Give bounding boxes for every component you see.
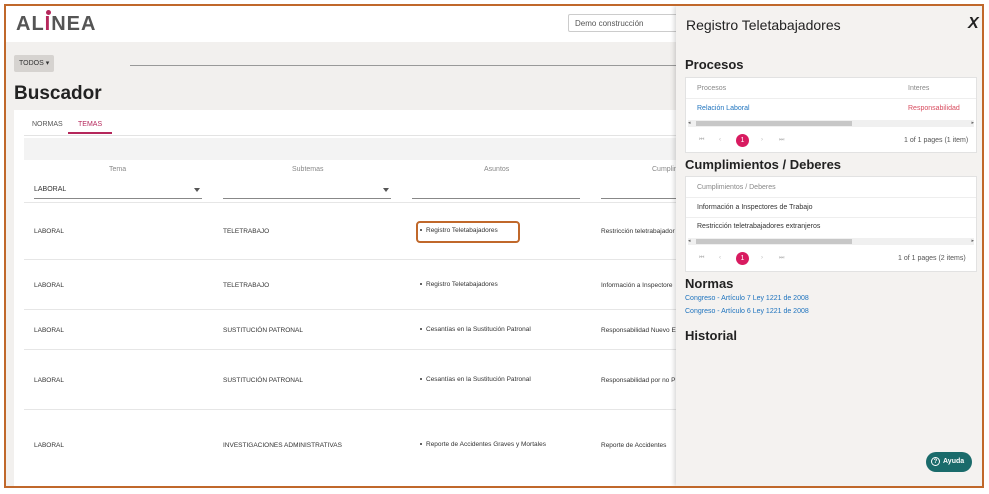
todos-dropdown[interactable]: TODOS ▾: [14, 55, 54, 72]
column-header-procesos[interactable]: Procesos: [697, 85, 726, 92]
cell-subtema: SUSTITUCIÓN PATRONAL: [223, 327, 303, 334]
next-page-icon[interactable]: ›: [761, 255, 763, 261]
todos-label: TODOS: [19, 60, 44, 67]
row-divider: [24, 349, 694, 350]
cumplimientos-heading: Cumplimientos / Deberes: [685, 157, 842, 172]
prev-page-icon[interactable]: ‹: [719, 255, 721, 261]
company-select[interactable]: Demo construcción: [568, 14, 688, 32]
panel-title: Registro Teletabajadores: [686, 17, 841, 33]
grid-divider: [686, 197, 976, 198]
row-divider: [24, 202, 694, 203]
cell-tema: LABORAL: [34, 282, 64, 289]
cell-tema: LABORAL: [34, 327, 64, 334]
filter-asuntos[interactable]: [412, 183, 580, 199]
cell-asunto-link[interactable]: Cesantías en la Sustitución Patronal: [420, 376, 531, 383]
bullet-icon: [420, 443, 422, 446]
column-header-subtemas[interactable]: Subtemas: [292, 166, 324, 173]
row-divider: [24, 409, 694, 410]
first-page-icon[interactable]: ⏮: [699, 137, 704, 144]
row-divider: [24, 259, 694, 260]
cell-subtema: SUSTITUCIÓN PATRONAL: [223, 377, 303, 384]
cell-asunto-link[interactable]: Registro Teletabajadores: [420, 281, 498, 288]
grouping-band: [24, 138, 694, 160]
prev-page-icon[interactable]: ‹: [719, 137, 721, 143]
cumplimiento-item[interactable]: Restricción teletrabajadores extranjeros: [697, 223, 820, 230]
cell-cumplimiento: Responsabilidad Nuevo E: [601, 327, 676, 334]
page-info: 1 of 1 pages (2 items): [898, 255, 966, 262]
cumplimientos-grid: Cumplimientos / Deberes Información a In…: [685, 176, 977, 272]
cell-asunto-link[interactable]: Cesantías en la Sustitución Patronal: [420, 326, 531, 333]
filter-tema[interactable]: LABORAL: [34, 183, 202, 199]
help-button[interactable]: ? Ayuda: [926, 452, 972, 472]
page-number[interactable]: 1: [736, 134, 749, 147]
last-page-icon[interactable]: ⏭: [779, 255, 784, 262]
cell-subtema: TELETRABAJO: [223, 228, 270, 235]
grid-divider: [686, 217, 976, 218]
tab-temas[interactable]: TEMAS: [68, 121, 113, 134]
selection-highlight: [416, 221, 520, 243]
cell-subtema: INVESTIGACIONES ADMINISTRATIVAS: [223, 442, 342, 449]
row-divider: [24, 309, 694, 310]
proceso-link[interactable]: Relación Laboral: [697, 105, 750, 112]
alinea-logo[interactable]: AL INEA: [16, 10, 96, 36]
norma-link[interactable]: Congreso - Artículo 6 Ley 1221 de 2008: [685, 308, 809, 315]
scroll-left-icon[interactable]: ◂: [688, 238, 691, 244]
scrollbar-thumb[interactable]: [696, 239, 852, 244]
cell-asunto-link[interactable]: Reporte de Accidentes Graves y Mortales: [420, 441, 546, 448]
divider: [130, 65, 690, 66]
page-info: 1 of 1 pages (1 item): [904, 137, 969, 144]
company-select-value: Demo construcción: [575, 19, 644, 28]
procesos-heading: Procesos: [685, 57, 744, 72]
tab-normas[interactable]: NORMAS: [32, 121, 63, 132]
cell-tema: LABORAL: [34, 228, 64, 235]
grid-divider: [686, 98, 976, 99]
cell-tema: LABORAL: [34, 442, 64, 449]
detail-panel: Registro Teletabajadores X Procesos Proc…: [676, 6, 982, 486]
column-header-tema[interactable]: Tema: [109, 166, 126, 173]
bullet-icon: [420, 378, 422, 381]
next-page-icon[interactable]: ›: [761, 137, 763, 143]
procesos-grid: Procesos Interes Relación Laboral Respon…: [685, 77, 977, 153]
filter-subtemas[interactable]: [223, 183, 391, 199]
horizontal-scrollbar[interactable]: ◂ ▸: [688, 120, 974, 127]
cell-subtema: TELETRABAJO: [223, 282, 270, 289]
last-page-icon[interactable]: ⏭: [779, 137, 784, 144]
filter-cumplim[interactable]: [601, 183, 681, 199]
interes-value: Responsabilidad: [908, 105, 960, 112]
bullet-icon: [420, 283, 422, 286]
column-header-asuntos[interactable]: Asuntos: [484, 166, 509, 173]
bullet-icon: [420, 328, 422, 331]
scroll-right-icon[interactable]: ▸: [971, 238, 974, 244]
question-icon: ?: [931, 457, 940, 466]
column-header-interes[interactable]: Interes: [908, 85, 929, 92]
close-icon[interactable]: X: [968, 15, 979, 33]
scroll-right-icon[interactable]: ▸: [971, 120, 974, 126]
page-number[interactable]: 1: [736, 252, 749, 265]
first-page-icon[interactable]: ⏮: [699, 255, 704, 262]
scroll-left-icon[interactable]: ◂: [688, 120, 691, 126]
cell-cumplimiento: Responsabilidad por no P: [601, 377, 676, 384]
norma-link[interactable]: Congreso - Artículo 7 Ley 1221 de 2008: [685, 295, 809, 302]
scrollbar-thumb[interactable]: [696, 121, 852, 126]
normas-heading: Normas: [685, 276, 734, 291]
filter-tema-value: LABORAL: [34, 186, 67, 193]
horizontal-scrollbar[interactable]: ◂ ▸: [688, 238, 974, 245]
historial-heading: Historial: [685, 328, 738, 343]
tab-divider: [24, 135, 694, 136]
chevron-down-icon: [383, 188, 389, 192]
cell-tema: LABORAL: [34, 377, 64, 384]
app-frame: AL INEA Demo construcción TODOS ▾ Buscado…: [4, 4, 984, 488]
page-title: Buscador: [14, 83, 102, 104]
chevron-down-icon: [194, 188, 200, 192]
cumplimiento-item[interactable]: Información a Inspectores de Trabajo: [697, 204, 813, 211]
column-header-cumplimientos[interactable]: Cumplimientos / Deberes: [697, 184, 776, 191]
help-label: Ayuda: [943, 458, 965, 465]
cell-cumplimiento: Información a Inspectore: [601, 282, 673, 289]
caret-down-icon: ▾: [45, 60, 50, 67]
cell-cumplimiento: Restricción teletrabajador: [601, 228, 675, 235]
cell-cumplimiento: Reporte de Accidentes: [601, 442, 667, 449]
